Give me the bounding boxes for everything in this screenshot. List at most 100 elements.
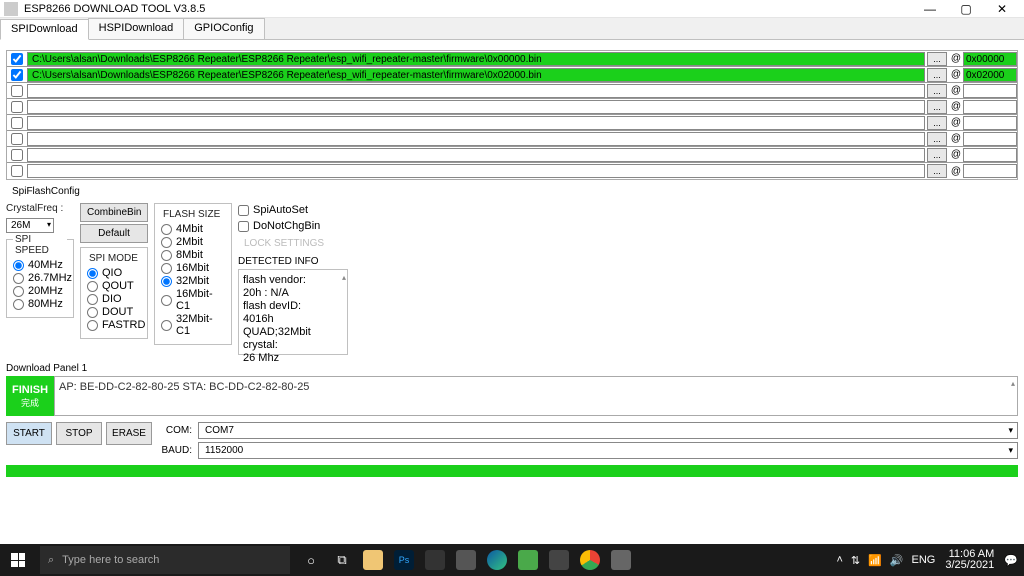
browse-button[interactable]: ... <box>927 116 947 130</box>
tab-hspidownload[interactable]: HSPIDownload <box>88 18 185 39</box>
control-row: START STOP ERASE COM: COM7 BAUD: 1152000 <box>6 422 1018 459</box>
radio-20mhz[interactable]: 20MHz <box>13 285 67 297</box>
taskbar-search[interactable]: ⌕ Type here to search <box>40 546 290 574</box>
address-input[interactable] <box>963 132 1017 146</box>
scroll-up-icon[interactable]: ▴ <box>342 271 346 284</box>
radio-32mbitc1[interactable]: 32Mbit-C1 <box>161 313 225 337</box>
browse-button[interactable]: ... <box>927 148 947 162</box>
file-path-input[interactable]: C:\Users\alsan\Downloads\ESP8266 Repeate… <box>27 68 925 82</box>
spi-auto-set-check[interactable]: SpiAutoSet <box>238 204 358 216</box>
file-path-input[interactable] <box>27 148 925 162</box>
camtasia-icon[interactable] <box>513 545 543 575</box>
cortana-icon[interactable]: ○ <box>296 545 326 575</box>
radio-32mbit[interactable]: 32Mbit <box>161 275 225 287</box>
stop-button[interactable]: STOP <box>56 422 102 445</box>
tab-gpioconfig[interactable]: GPIOConfig <box>183 18 264 39</box>
wifi-icon[interactable]: 📶 <box>868 554 882 567</box>
app-icon <box>4 2 18 16</box>
tray-chevron-icon[interactable]: ˄ <box>836 554 842 566</box>
windows-logo-icon <box>11 553 25 567</box>
com-select[interactable]: COM7 <box>198 422 1018 439</box>
radio-dout[interactable]: DOUT <box>87 306 141 318</box>
browse-button[interactable]: ... <box>927 132 947 146</box>
maximize-button[interactable]: ▢ <box>948 0 984 18</box>
language-indicator[interactable]: ENG <box>912 554 936 566</box>
file-path-input[interactable] <box>27 84 925 98</box>
app-icon-2[interactable] <box>451 545 481 575</box>
radio-267mhz[interactable]: 26.7MHz <box>13 272 67 284</box>
app-icon-3[interactable] <box>544 545 574 575</box>
file-path-input[interactable]: C:\Users\alsan\Downloads\ESP8266 Repeate… <box>27 52 925 66</box>
radio-qout[interactable]: QOUT <box>87 280 141 292</box>
file-path-input[interactable] <box>27 132 925 146</box>
network-icon[interactable]: ⇅ <box>851 554 860 567</box>
radio-fastrd[interactable]: FASTRD <box>87 319 141 331</box>
radio-qio[interactable]: QIO <box>87 267 141 279</box>
address-input[interactable] <box>963 100 1017 114</box>
tab-bar: SPIDownload HSPIDownload GPIOConfig <box>0 18 1024 40</box>
browse-button[interactable]: ... <box>927 84 947 98</box>
file-row-checkbox[interactable] <box>11 53 23 65</box>
file-row-checkbox[interactable] <box>11 133 23 145</box>
baud-label: BAUD: <box>156 445 192 456</box>
status-finish: FINISH 完成 <box>6 376 54 416</box>
file-row-checkbox[interactable] <box>11 149 23 161</box>
chrome-icon[interactable] <box>575 545 605 575</box>
file-row-checkbox[interactable] <box>11 69 23 81</box>
main-panel: C:\Users\alsan\Downloads\ESP8266 Repeate… <box>0 40 1024 359</box>
photoshop-icon[interactable]: Ps <box>389 545 419 575</box>
file-explorer-icon[interactable] <box>358 545 388 575</box>
file-row-checkbox[interactable] <box>11 85 23 97</box>
file-row: ... @ <box>7 99 1017 115</box>
address-input[interactable] <box>963 84 1017 98</box>
browse-button[interactable]: ... <box>927 52 947 66</box>
edge-icon[interactable] <box>482 545 512 575</box>
baud-select[interactable]: 1152000 <box>198 442 1018 459</box>
app-icon-1[interactable] <box>420 545 450 575</box>
file-row-checkbox[interactable] <box>11 101 23 113</box>
start-button[interactable]: START <box>6 422 52 445</box>
browse-button[interactable]: ... <box>927 100 947 114</box>
browse-button[interactable]: ... <box>927 164 947 178</box>
tab-spidownload[interactable]: SPIDownload <box>0 19 89 40</box>
address-input[interactable]: 0x02000 <box>963 68 1017 82</box>
radio-16mbit[interactable]: 16Mbit <box>161 262 225 274</box>
address-input[interactable] <box>963 116 1017 130</box>
address-input[interactable]: 0x00000 <box>963 52 1017 66</box>
radio-8mbit[interactable]: 8Mbit <box>161 249 225 261</box>
at-symbol: @ <box>949 85 963 96</box>
task-view-icon[interactable]: ⧉ <box>327 545 357 575</box>
close-button[interactable]: ✕ <box>984 0 1020 18</box>
volume-icon[interactable]: 🔊 <box>890 554 904 567</box>
radio-4mbit[interactable]: 4Mbit <box>161 223 225 235</box>
start-menu-button[interactable] <box>0 544 36 576</box>
radio-16mbitc1[interactable]: 16Mbit-C1 <box>161 288 225 312</box>
file-path-input[interactable] <box>27 164 925 178</box>
lock-settings-label: LOCK SETTINGS <box>238 235 358 252</box>
notifications-icon[interactable]: 💬 <box>1004 554 1018 567</box>
file-row-checkbox[interactable] <box>11 165 23 177</box>
radio-2mbit[interactable]: 2Mbit <box>161 236 225 248</box>
at-symbol: @ <box>949 133 963 144</box>
minimize-button[interactable]: — <box>912 0 948 18</box>
address-input[interactable] <box>963 148 1017 162</box>
default-button[interactable]: Default <box>80 224 148 243</box>
app-icon-4[interactable] <box>606 545 636 575</box>
radio-dio[interactable]: DIO <box>87 293 141 305</box>
file-row: C:\Users\alsan\Downloads\ESP8266 Repeate… <box>7 67 1017 83</box>
browse-button[interactable]: ... <box>927 68 947 82</box>
crystal-select[interactable]: 26M <box>6 218 54 233</box>
address-input[interactable] <box>963 164 1017 178</box>
file-path-input[interactable] <box>27 100 925 114</box>
at-symbol: @ <box>949 149 963 160</box>
do-not-chg-bin-check[interactable]: DoNotChgBin <box>238 220 358 232</box>
file-row-checkbox[interactable] <box>11 117 23 129</box>
radio-80mhz[interactable]: 80MHz <box>13 298 67 310</box>
radio-40mhz[interactable]: 40MHz <box>13 259 67 271</box>
combine-bin-button[interactable]: CombineBin <box>80 203 148 222</box>
file-row: C:\Users\alsan\Downloads\ESP8266 Repeate… <box>7 51 1017 67</box>
clock[interactable]: 11:06 AM 3/25/2021 <box>945 549 994 571</box>
file-path-input[interactable] <box>27 116 925 130</box>
scroll-up-icon[interactable]: ▴ <box>1011 379 1015 388</box>
erase-button[interactable]: ERASE <box>106 422 152 445</box>
